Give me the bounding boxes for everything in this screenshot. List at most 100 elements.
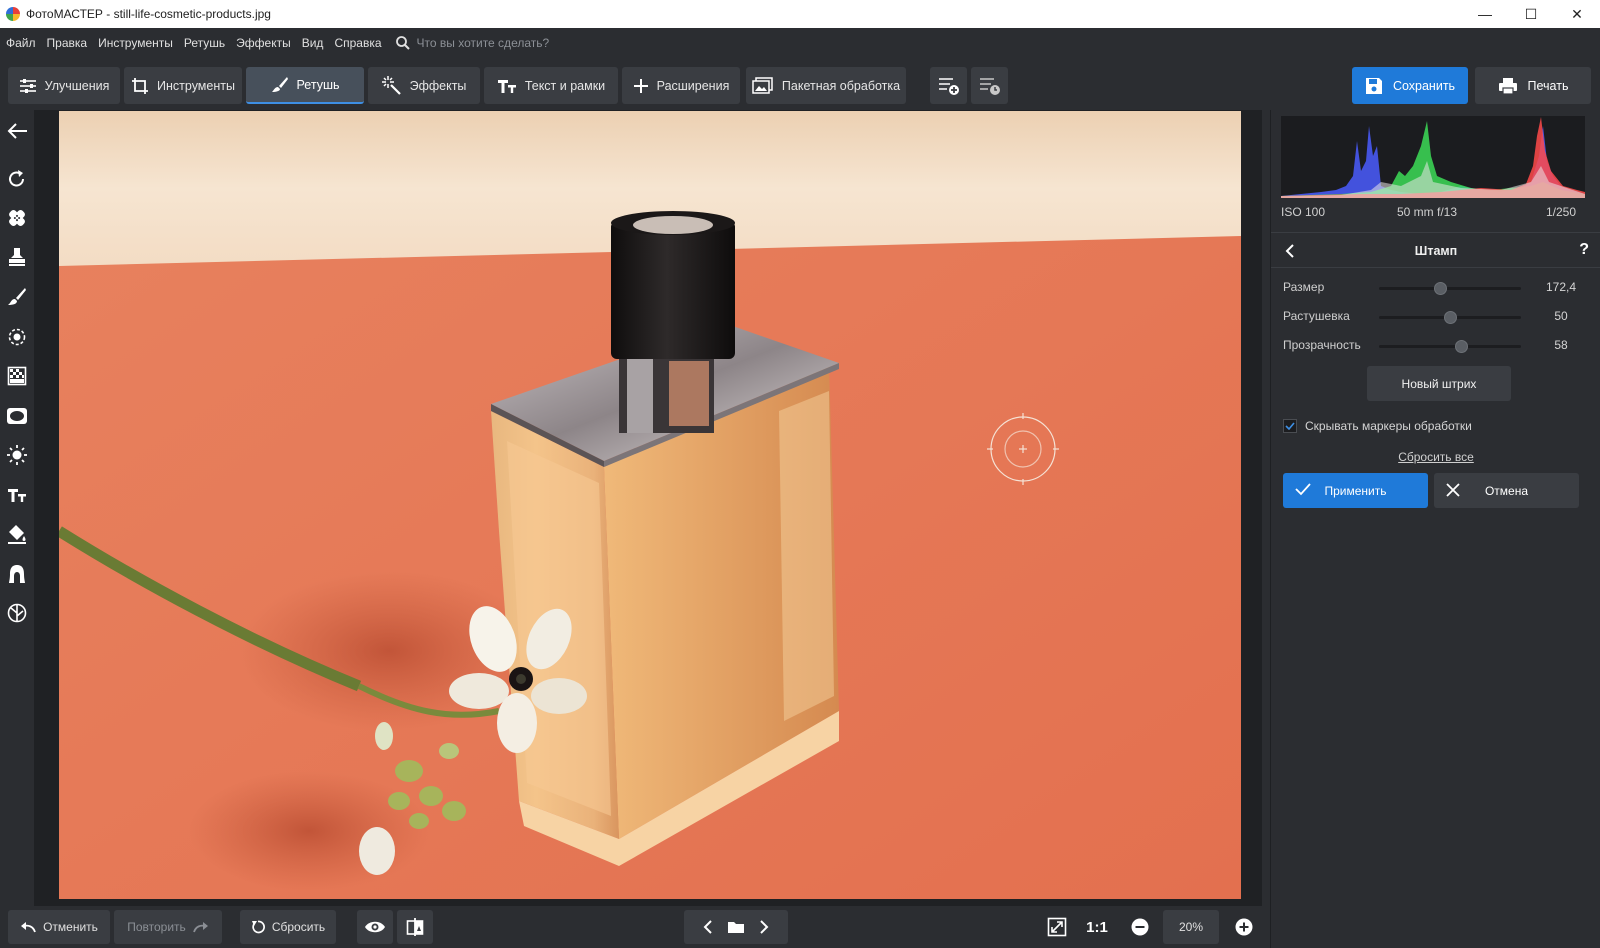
minimize-button[interactable]: — [1462,0,1508,28]
zoom-out-icon [1131,918,1149,936]
healing-patch-icon [9,210,25,226]
slider-knob[interactable] [1444,311,1457,324]
fill-tool[interactable] [4,521,30,547]
brush-tool[interactable] [4,284,30,310]
maximize-button[interactable]: ☐ [1508,0,1554,28]
folder-icon[interactable] [727,920,745,934]
preview-toggle[interactable] [357,910,393,944]
help-button[interactable]: ? [1579,241,1589,259]
tab-label: Расширения [656,78,730,93]
rotate-icon [9,170,24,187]
tab-label: Эффекты [409,78,467,93]
tab-effects[interactable]: Эффекты [368,67,480,104]
menu-edit[interactable]: Правка [47,36,88,50]
text-tool[interactable] [4,482,30,508]
menu-retouch[interactable]: Ретушь [184,36,225,50]
light-tool[interactable] [4,442,30,468]
print-button[interactable]: Печать [1475,67,1591,104]
radial-filter-icon [8,328,26,346]
rotate-tool[interactable] [4,166,30,192]
eye-icon [365,921,385,933]
gradient-filter-tool[interactable] [4,363,30,389]
opacity-value[interactable]: 58 [1533,338,1589,352]
chevron-right-icon[interactable] [759,920,769,934]
actual-size-button[interactable]: 1:1 [1080,910,1114,944]
menu-tools[interactable]: Инструменты [98,36,173,50]
undo-button[interactable]: Отменить [8,910,110,944]
redo-button[interactable]: Повторить [114,910,222,944]
batch-icon [752,76,773,94]
fit-to-screen-button[interactable] [1040,910,1074,944]
globe-tool[interactable] [4,600,30,626]
portrait-tool[interactable] [4,561,30,587]
text-icon [497,79,516,93]
tab-text-frames[interactable]: Текст и рамки [484,67,618,104]
search-input[interactable] [416,36,717,50]
new-stroke-button[interactable]: Новый штрих [1367,366,1511,401]
feather-label: Растушевка [1283,309,1350,323]
tab-tools[interactable]: Инструменты [124,67,242,104]
zoom-out-button[interactable] [1123,910,1157,944]
size-value[interactable]: 172,4 [1533,280,1589,294]
exif-iso: ISO 100 [1281,205,1326,219]
sliders-icon [19,78,36,93]
navigation-group [684,910,788,944]
tab-extensions[interactable]: Расширения [622,67,740,104]
reset-label: Сбросить [271,920,326,934]
text-icon [8,489,26,502]
compare-icon [406,918,424,936]
add-adjustment-button[interactable] [930,67,967,104]
tab-label: Улучшения [44,78,110,93]
opacity-slider[interactable] [1379,340,1521,353]
reset-button[interactable]: Сбросить [240,910,336,944]
fit-screen-icon [1047,917,1067,937]
cancel-button[interactable]: Отмена [1434,473,1579,508]
tab-label: Пакетная обработка [781,78,901,93]
back-button[interactable] [4,118,30,144]
photo-canvas[interactable] [59,111,1241,899]
tab-enhancements[interactable]: Улучшения [8,67,120,104]
opacity-label: Прозрачность [1283,338,1361,352]
tab-retouch[interactable]: Ретушь [246,67,364,104]
apply-button[interactable]: Применить [1283,473,1428,508]
light-icon [7,445,27,465]
back-arrow-icon [7,123,27,139]
hide-markers-option[interactable]: Скрывать маркеры обработки [1283,419,1472,433]
compare-button[interactable] [397,910,433,944]
histogram-chart [1281,117,1585,198]
tab-label: Текст и рамки [524,78,606,93]
opacity-slider-row: Прозрачность 58 [1283,336,1589,356]
hide-markers-label: Скрывать маркеры обработки [1305,419,1472,433]
redo-label: Повторить [127,920,186,934]
close-icon [1446,483,1460,497]
globe-icon [7,603,27,623]
bottom-bar: Отменить Повторить Сбросить 1:1 20% [0,906,1270,948]
checkmark-icon [1285,422,1295,430]
size-slider[interactable] [1379,282,1521,295]
fill-bucket-icon [8,525,26,544]
reset-all-link[interactable]: Сбросить все [1271,450,1600,464]
slider-knob[interactable] [1455,340,1469,353]
menu-effects[interactable]: Эффекты [236,36,291,50]
adjustment-history-button[interactable] [971,67,1008,104]
zoom-level[interactable]: 20% [1163,910,1219,944]
stamp-tool[interactable] [4,244,30,270]
slider-knob[interactable] [1434,282,1448,295]
tab-batch-processing[interactable]: Пакетная обработка [746,67,906,104]
menu-bar: Файл Правка Инструменты Ретушь Эффекты В… [0,28,1600,58]
zoom-in-button[interactable] [1227,910,1261,944]
chevron-left-icon[interactable] [703,920,713,934]
hide-markers-checkbox[interactable] [1283,419,1297,433]
feather-value[interactable]: 50 [1533,309,1589,323]
menu-view[interactable]: Вид [302,36,324,50]
radial-filter-tool[interactable] [4,324,30,350]
save-button[interactable]: Сохранить [1352,67,1468,104]
feather-slider[interactable] [1379,311,1521,324]
close-button[interactable]: ✕ [1554,0,1600,28]
healing-tool[interactable] [4,205,30,231]
menu-file[interactable]: Файл [6,36,36,50]
vignette-icon [7,408,27,424]
menu-help[interactable]: Справка [334,36,381,50]
vignette-tool[interactable] [4,403,30,429]
crop-icon [132,77,149,94]
